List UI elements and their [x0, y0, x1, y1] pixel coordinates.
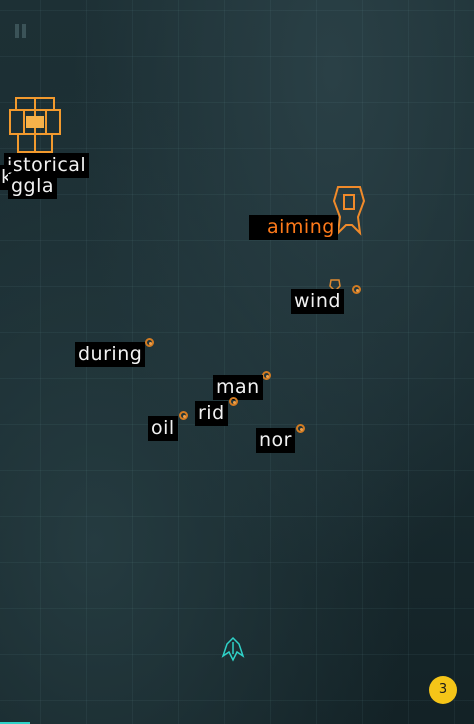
enemy-drone-icon: [296, 424, 305, 433]
enemy-word: ggla: [8, 174, 58, 199]
bomb-count-badge[interactable]: 3: [429, 676, 457, 704]
background-grid: [0, 0, 474, 724]
enemy-word: man: [213, 375, 263, 400]
enemy-word: oil: [148, 416, 178, 441]
remaining-letters: aiming: [267, 216, 335, 238]
player-ship-icon: [221, 636, 245, 662]
enemy-word: nor: [256, 428, 295, 453]
enemy-drone-icon: [229, 397, 238, 406]
pause-icon[interactable]: [15, 24, 29, 38]
enemy-drone-icon: [262, 371, 271, 380]
enemy-word: wind: [291, 289, 344, 314]
enemy-word: during: [75, 342, 146, 367]
enemy-drone-icon: [179, 411, 188, 420]
mothership-icon: [9, 97, 61, 153]
enemy-word: rid: [195, 401, 228, 426]
enemy-drone-icon: [352, 285, 361, 294]
targeted-enemy-word: aiming: [249, 215, 338, 240]
enemy-drone-icon: [145, 338, 154, 347]
